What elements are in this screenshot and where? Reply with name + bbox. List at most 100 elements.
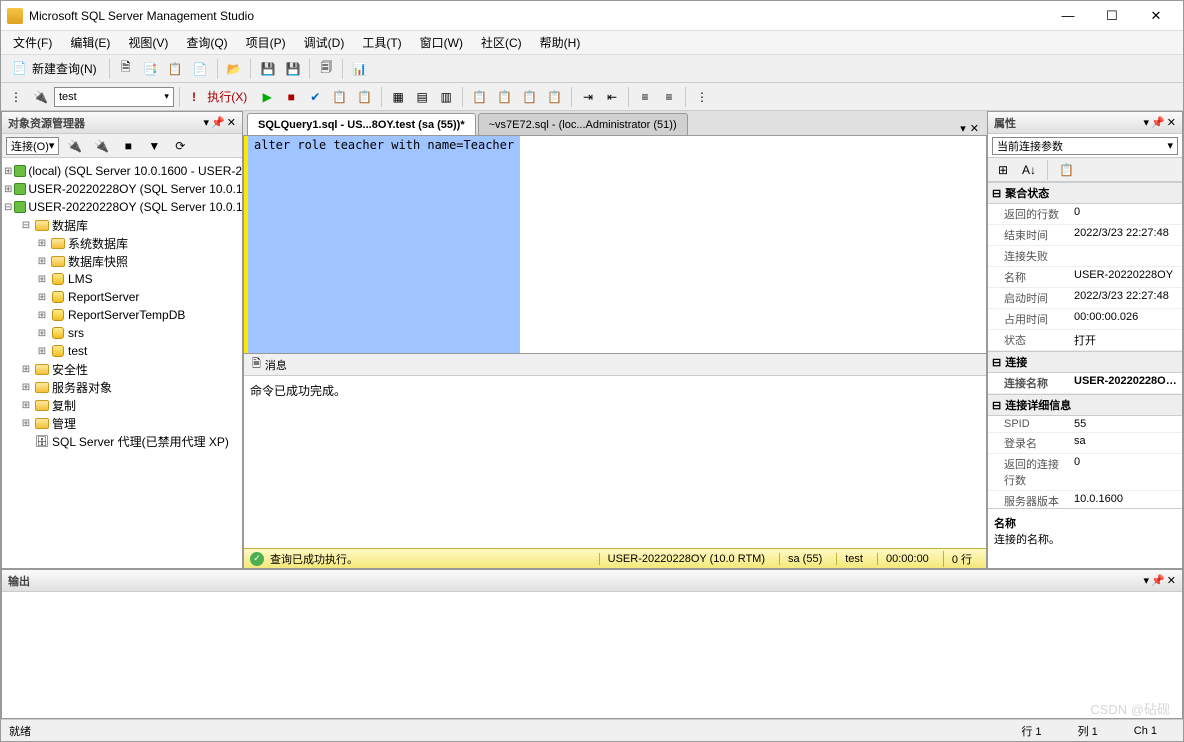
prop-row[interactable]: 服务器版本10.0.1600: [988, 491, 1182, 508]
debug-button[interactable]: ▶: [256, 86, 278, 108]
expander-icon[interactable]: ⊞: [36, 238, 48, 249]
prop-category[interactable]: ⊟连接详细信息: [988, 394, 1182, 416]
menu-file[interactable]: 文件(F): [5, 31, 60, 54]
tree-db-node[interactable]: ⊞srs: [2, 324, 242, 342]
properties-btn[interactable]: 📋: [1055, 159, 1078, 181]
tree-server-node[interactable]: ⊟USER-20220228OY (SQL Server 10.0.1600: [2, 198, 242, 216]
tree-folder-node[interactable]: ⊞系统数据库: [2, 234, 242, 252]
tree-folder-node[interactable]: ⊞复制: [2, 396, 242, 414]
collapse-icon[interactable]: ⊟: [992, 399, 1001, 412]
dropdown-icon[interactable]: ▾: [1144, 116, 1150, 129]
dropdown-icon[interactable]: ▾: [204, 116, 210, 129]
prop-category[interactable]: ⊟聚合状态: [988, 182, 1182, 204]
tree-server-node[interactable]: ⊞USER-20220228OY (SQL Server 10.0.1600: [2, 180, 242, 198]
sql-editor[interactable]: alter role teacher with name=Teacher: [243, 135, 987, 354]
expander-icon[interactable]: ⊞: [4, 184, 12, 195]
tree-agent-node[interactable]: 🗄SQL Server 代理(已禁用代理 XP): [2, 432, 242, 450]
minimize-button[interactable]: —: [1047, 3, 1089, 29]
dropdown-icon[interactable]: ▾: [1144, 574, 1150, 587]
toolbar-btn[interactable]: 📋: [518, 86, 541, 108]
tree-server-node[interactable]: ⊞(local) (SQL Server 10.0.1600 - USER-20…: [2, 162, 242, 180]
close-button[interactable]: ✕: [1135, 3, 1177, 29]
menu-query[interactable]: 查询(Q): [178, 31, 235, 54]
save-all-button[interactable]: 💾: [281, 58, 304, 80]
maximize-button[interactable]: ☐: [1091, 3, 1133, 29]
stop-icon[interactable]: ■: [117, 135, 139, 157]
collapse-icon[interactable]: ⊟: [992, 187, 1001, 200]
expander-icon[interactable]: ⊞: [20, 364, 32, 375]
connect-combo[interactable]: 连接(O) ▾: [6, 137, 59, 155]
menu-community[interactable]: 社区(C): [473, 31, 530, 54]
toolbar-btn[interactable]: ⋮: [691, 86, 713, 108]
tabstrip-close-icon[interactable]: ✕: [970, 122, 979, 135]
new-query-button[interactable]: 📄新建查询(N): [5, 58, 104, 80]
output-body[interactable]: [2, 592, 1182, 718]
object-tree[interactable]: ⊞(local) (SQL Server 10.0.1600 - USER-20…: [2, 158, 242, 568]
tab-sqlquery1[interactable]: SQLQuery1.sql - US...8OY.test (sa (55))*: [247, 113, 476, 135]
properties-grid[interactable]: ⊟聚合状态 返回的行数0 结束时间2022/3/23 22:27:48 连接失败…: [988, 182, 1182, 508]
tree-db-node[interactable]: ⊞LMS: [2, 270, 242, 288]
toolbar-btn[interactable]: 📋: [493, 86, 516, 108]
close-icon[interactable]: ✕: [1167, 574, 1176, 587]
expander-icon[interactable]: ⊞: [36, 310, 48, 321]
expander-icon[interactable]: ⊞: [36, 346, 48, 357]
disconnect-icon[interactable]: 🔌: [90, 135, 113, 157]
tree-folder-node[interactable]: ⊞服务器对象: [2, 378, 242, 396]
prop-row[interactable]: 名称USER-20220228OY: [988, 267, 1182, 288]
expander-icon[interactable]: ⊞: [20, 400, 32, 411]
editor-content[interactable]: alter role teacher with name=Teacher: [248, 136, 520, 353]
toolbar-btn[interactable]: 📋: [543, 86, 566, 108]
expander-icon[interactable]: ⊞: [36, 292, 48, 303]
prop-row[interactable]: 连接失败: [988, 246, 1182, 267]
change-connection-button[interactable]: 🔌: [29, 86, 52, 108]
refresh-icon[interactable]: ⟳: [169, 135, 191, 157]
expander-icon[interactable]: ⊞: [20, 418, 32, 429]
tree-db-node[interactable]: ⊞ReportServerTempDB: [2, 306, 242, 324]
outdent-button[interactable]: ⇤: [601, 86, 623, 108]
toolbar-btn[interactable]: 📑: [139, 58, 162, 80]
prop-row[interactable]: 占用时间00:00:00.026: [988, 309, 1182, 330]
parse-button[interactable]: ✔: [304, 86, 326, 108]
activity-icon[interactable]: 📊: [348, 58, 371, 80]
tree-folder-node[interactable]: ⊞安全性: [2, 360, 242, 378]
collapse-icon[interactable]: ⊟: [992, 356, 1001, 369]
toolbar-btn[interactable]: 🗎: [115, 58, 137, 80]
prop-row[interactable]: 返回的行数0: [988, 204, 1182, 225]
categorize-button[interactable]: ⊞: [992, 159, 1014, 181]
prop-row[interactable]: 返回的连接行数0: [988, 454, 1182, 491]
menu-window[interactable]: 窗口(W): [412, 31, 471, 54]
tree-folder-node[interactable]: ⊞管理: [2, 414, 242, 432]
close-icon[interactable]: ✕: [1167, 116, 1176, 129]
results-text-button[interactable]: ▤: [411, 86, 433, 108]
expander-icon[interactable]: ⊞: [20, 382, 32, 393]
expander-icon[interactable]: ⊞: [36, 328, 48, 339]
expander-icon[interactable]: ⊞: [36, 256, 48, 267]
alphabetical-button[interactable]: A↓: [1018, 159, 1040, 181]
expander-icon[interactable]: ⊟: [20, 220, 32, 231]
tree-db-node[interactable]: ⊞test: [2, 342, 242, 360]
connect-icon[interactable]: 🔌: [63, 135, 86, 157]
menu-view[interactable]: 视图(V): [120, 31, 176, 54]
messages-tab[interactable]: 🗎消息: [244, 354, 986, 376]
toolbar-btn[interactable]: 📋: [468, 86, 491, 108]
pin-icon[interactable]: 📌: [1151, 574, 1165, 587]
save-button[interactable]: 💾: [256, 58, 279, 80]
prop-row[interactable]: 状态打开: [988, 330, 1182, 351]
pin-icon[interactable]: 📌: [211, 116, 225, 129]
indent-button[interactable]: ⇥: [577, 86, 599, 108]
prop-category[interactable]: ⊟连接: [988, 351, 1182, 373]
prop-row[interactable]: 启动时间2022/3/23 22:27:48: [988, 288, 1182, 309]
expander-icon[interactable]: ⊞: [36, 274, 48, 285]
properties-target-combo[interactable]: 当前连接参数▾: [992, 137, 1178, 155]
close-icon[interactable]: ✕: [227, 116, 236, 129]
tree-databases-node[interactable]: ⊟数据库: [2, 216, 242, 234]
results-file-button[interactable]: ▥: [435, 86, 457, 108]
database-combo[interactable]: test▾: [54, 87, 174, 107]
filter-icon[interactable]: ▼: [143, 135, 165, 157]
toolbar-btn[interactable]: 🗐: [315, 58, 337, 80]
prop-row[interactable]: 登录名sa: [988, 433, 1182, 454]
uncomment-button[interactable]: ≡: [658, 86, 680, 108]
toolbar-btn[interactable]: 📋: [353, 86, 376, 108]
results-grid-button[interactable]: ▦: [387, 86, 409, 108]
pin-icon[interactable]: 📌: [1151, 116, 1165, 129]
